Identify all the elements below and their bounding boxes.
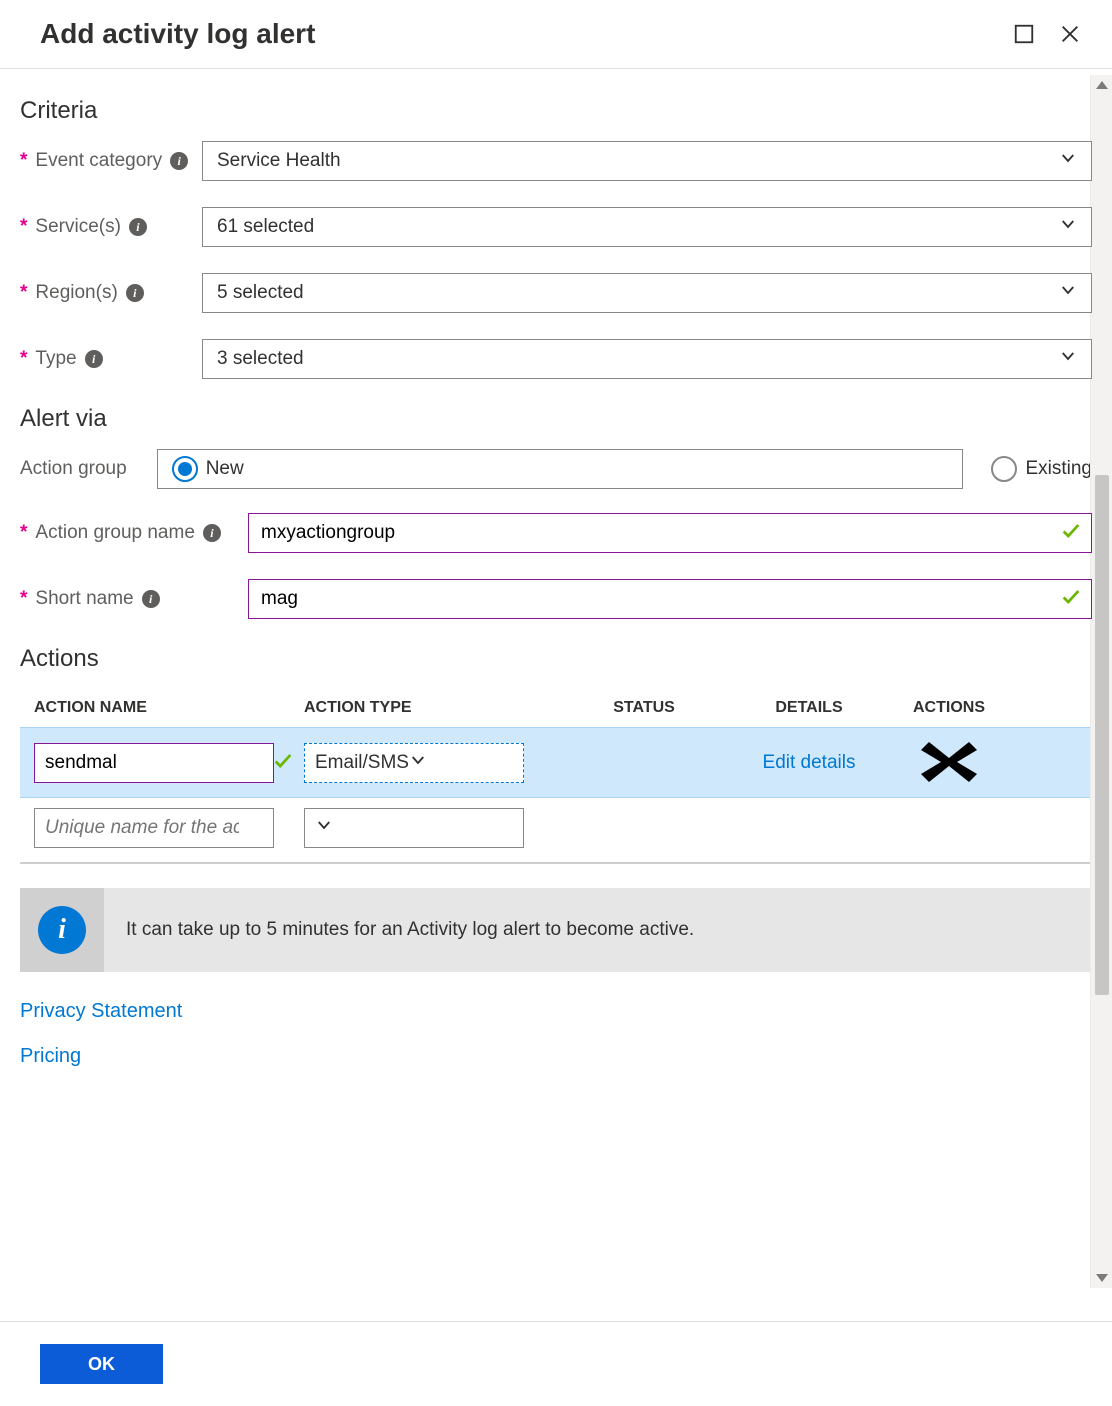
info-icon[interactable]: i: [170, 152, 188, 170]
chevron-down-icon: [315, 816, 333, 840]
col-details: DETAILS: [729, 699, 889, 717]
table-end-rule: [20, 862, 1092, 864]
col-actions: ACTIONS: [889, 699, 1009, 717]
select-action-type[interactable]: Email/SMS: [304, 743, 524, 783]
page-title: Add activity log alert: [40, 18, 990, 50]
actions-table: ACTION NAME ACTION TYPE STATUS DETAILS A…: [20, 689, 1092, 864]
required-marker: *: [20, 588, 27, 610]
field-action-group-name: * Action group name i: [20, 513, 1092, 553]
select-action-type-new[interactable]: [304, 808, 524, 848]
select-regions[interactable]: 5 selected: [202, 273, 1092, 313]
ok-button[interactable]: OK: [40, 1344, 163, 1384]
link-privacy-statement[interactable]: Privacy Statement: [20, 1000, 1092, 1023]
input-action-name[interactable]: [34, 743, 274, 783]
section-criteria: Criteria: [20, 97, 1092, 125]
required-marker: *: [20, 150, 27, 172]
check-icon: [1060, 520, 1082, 547]
info-icon[interactable]: i: [203, 524, 221, 542]
label-type: Type: [35, 348, 76, 370]
select-event-category[interactable]: Service Health: [202, 141, 1092, 181]
close-icon[interactable]: [1058, 22, 1082, 46]
section-actions: Actions: [20, 645, 1092, 673]
table-header: ACTION NAME ACTION TYPE STATUS DETAILS A…: [20, 689, 1092, 727]
label-action-group: Action group: [20, 458, 127, 480]
info-banner: i It can take up to 5 minutes for an Act…: [20, 888, 1092, 972]
required-marker: *: [20, 348, 27, 370]
input-action-group-name[interactable]: [248, 513, 1092, 553]
radio-existing[interactable]: Existing: [991, 456, 1092, 482]
field-short-name: * Short name i: [20, 579, 1092, 619]
label-regions: Region(s): [35, 282, 117, 304]
chevron-down-icon: [1059, 347, 1077, 371]
blade-header: Add activity log alert: [0, 0, 1112, 69]
footer-links: Privacy Statement Pricing: [20, 1000, 1092, 1068]
link-pricing[interactable]: Pricing: [20, 1045, 1092, 1068]
table-row-empty: [20, 798, 1092, 858]
scroll-up-icon[interactable]: [1096, 81, 1108, 89]
chevron-down-icon: [1059, 281, 1077, 305]
label-action-group-name: Action group name: [35, 522, 195, 544]
col-action-type: ACTION TYPE: [304, 699, 559, 717]
col-action-name: ACTION NAME: [34, 699, 304, 717]
label-services: Service(s): [35, 216, 121, 238]
radio-dot-icon: [991, 456, 1017, 482]
maximize-icon[interactable]: [1012, 22, 1036, 46]
required-marker: *: [20, 522, 27, 544]
col-status: STATUS: [559, 699, 729, 717]
select-type[interactable]: 3 selected: [202, 339, 1092, 379]
label-short-name: Short name: [35, 588, 133, 610]
radio-dot-icon: [172, 456, 198, 482]
radio-new[interactable]: New: [157, 449, 964, 489]
field-event-category: * Event category i Service Health: [20, 141, 1092, 181]
required-marker: *: [20, 282, 27, 304]
table-row: Email/SMS Edit details: [20, 727, 1092, 798]
scroll-down-icon[interactable]: [1096, 1274, 1108, 1282]
info-icon[interactable]: i: [129, 218, 147, 236]
select-services[interactable]: 61 selected: [202, 207, 1092, 247]
required-marker: *: [20, 216, 27, 238]
input-action-name-new[interactable]: [34, 808, 274, 848]
banner-message: It can take up to 5 minutes for an Activ…: [104, 919, 716, 941]
action-group-mode: Action group New Existing: [20, 449, 1092, 489]
vertical-scrollbar[interactable]: [1090, 75, 1112, 1288]
field-services: * Service(s) i 61 selected: [20, 207, 1092, 247]
chevron-down-icon: [409, 751, 427, 775]
scroll-thumb[interactable]: [1095, 475, 1109, 995]
check-icon: [272, 749, 294, 776]
info-circle-icon: i: [38, 906, 86, 954]
info-icon[interactable]: i: [126, 284, 144, 302]
check-icon: [1060, 586, 1082, 613]
field-type: * Type i 3 selected: [20, 339, 1092, 379]
info-icon[interactable]: i: [142, 590, 160, 608]
info-icon[interactable]: i: [85, 350, 103, 368]
form-body: Criteria * Event category i Service Heal…: [0, 69, 1112, 1321]
section-alert-via: Alert via: [20, 405, 1092, 433]
link-edit-details[interactable]: Edit details: [763, 752, 856, 774]
blade-footer: OK: [0, 1321, 1112, 1406]
chevron-down-icon: [1059, 215, 1077, 239]
delete-row-icon[interactable]: [921, 738, 977, 787]
label-event-category: Event category: [35, 150, 162, 172]
field-regions: * Region(s) i 5 selected: [20, 273, 1092, 313]
input-short-name[interactable]: [248, 579, 1092, 619]
chevron-down-icon: [1059, 149, 1077, 173]
